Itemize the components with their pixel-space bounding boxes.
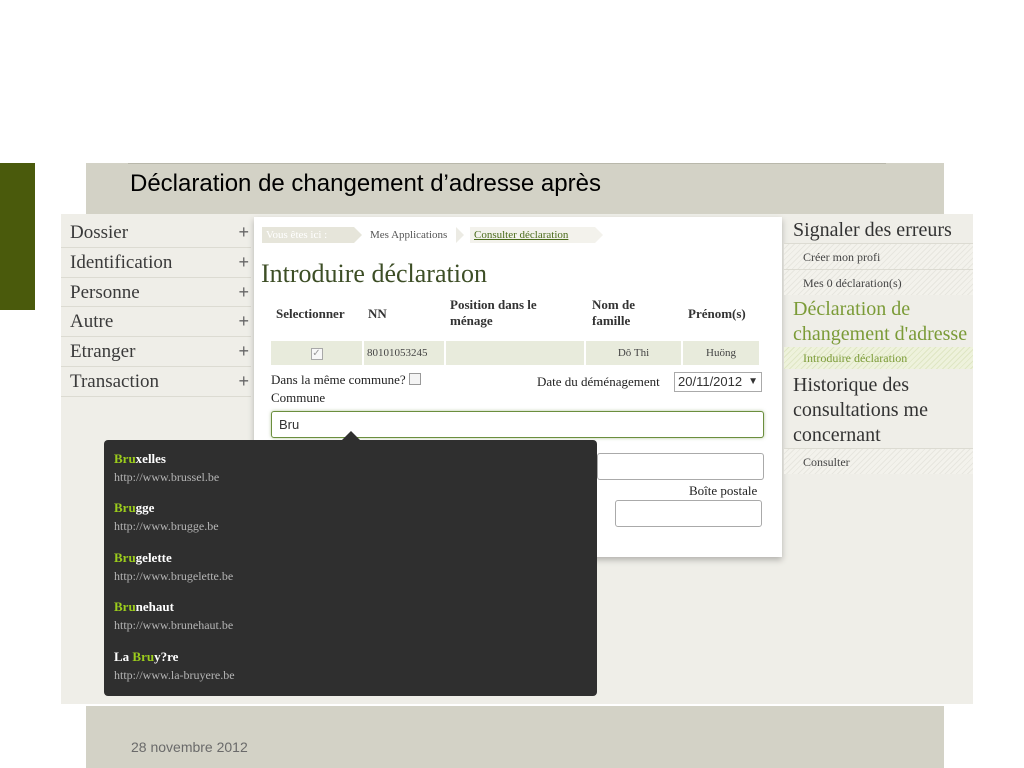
report-errors-link[interactable]: Signaler des erreurs [784, 218, 973, 243]
header-select: Selectionner [276, 306, 345, 321]
accent-bar [0, 163, 35, 310]
consult-link[interactable]: Consulter [784, 448, 973, 474]
suggestion-name: Brugge [114, 500, 155, 515]
nav-item-personne[interactable]: Personne + [61, 278, 251, 308]
header-nom: Nom de famille [592, 297, 635, 328]
suggestion-name: Brunehaut [114, 599, 174, 614]
select-cell: ✓ [271, 341, 362, 365]
suggestion-url: http://www.brugge.be [114, 519, 219, 533]
nav-item-etranger[interactable]: Etranger + [61, 337, 251, 367]
left-nav: Dossier + Identification + Personne + Autre… [61, 218, 251, 397]
breadcrumb-current[interactable]: Consulter déclaration [470, 227, 603, 243]
nom-cell: Dô Thi [586, 341, 681, 365]
suggestion-url: http://www.brussel.be [114, 470, 220, 484]
nav-item-dossier[interactable]: Dossier + [61, 218, 251, 248]
expand-icon[interactable]: + [238, 218, 249, 247]
nav-item-identification[interactable]: Identification + [61, 248, 251, 278]
move-date-select[interactable]: 20/11/2012 ▼ [674, 372, 762, 392]
suggestion-url: http://www.la-bruyere.be [114, 668, 235, 682]
right-nav: Signaler des erreurs Créer mon profi Mes… [784, 218, 973, 474]
expand-icon[interactable]: + [238, 307, 249, 336]
my-declarations-link[interactable]: Mes 0 déclaration(s) [784, 269, 973, 295]
po-box-label: Boîte postale [689, 483, 758, 498]
chevron-down-icon: ▼ [748, 376, 758, 387]
nav-item-autre[interactable]: Autre + [61, 307, 251, 338]
popup-caret [341, 431, 361, 441]
same-commune-checkbox[interactable] [408, 373, 421, 385]
nn-cell: 80101053245 [364, 341, 444, 365]
page-title: Introduire déclaration [261, 259, 487, 288]
position-cell [446, 341, 584, 365]
expand-icon[interactable]: + [238, 367, 249, 396]
header-prenom: Prénom(s) [688, 306, 746, 321]
suggestion-name: Brugelette [114, 550, 172, 565]
nav-item-label: Personne [70, 281, 140, 303]
breadcrumb-applications[interactable]: Mes Applications [362, 227, 464, 243]
suggestion-url: http://www.brugelette.be [114, 569, 234, 583]
autocomplete-popup: Bruxelles http://www.brussel.be Brugge h… [104, 431, 597, 696]
suggestion-name: La Bruy?re [114, 649, 179, 664]
slide-title: Déclaration de changement d’adresse aprè… [130, 170, 601, 197]
suggestion-item[interactable]: Brugelette http://www.brugelette.be [114, 549, 233, 585]
same-commune-label: Dans la même commune? [271, 372, 406, 387]
header-nn: NN [368, 306, 387, 321]
nav-item-label: Transaction [70, 370, 160, 392]
introduce-declaration-link[interactable]: Introduire déclaration [784, 347, 973, 369]
expand-icon[interactable]: + [238, 278, 249, 307]
commune-label: Commune [271, 390, 326, 405]
nav-item-label: Autre [70, 311, 114, 333]
same-commune-row: Dans la même commune? [271, 372, 421, 388]
suggestion-item[interactable]: Brugge http://www.brugge.be [114, 499, 219, 535]
nav-item-label: Etranger [70, 341, 136, 363]
history-link[interactable]: Historique des consultations me concerna… [784, 373, 973, 448]
suggestion-item[interactable]: La Bruy?re http://www.la-bruyere.be [114, 648, 235, 684]
breadcrumb-here: Vous êtes ici : [262, 227, 362, 243]
po-box-input[interactable] [615, 500, 762, 527]
header-position: Position dans le ménage [450, 297, 537, 328]
suggestion-item[interactable]: Brunehaut http://www.brunehaut.be [114, 598, 233, 634]
app-screenshot: Dossier + Identification + Personne + Autre… [61, 214, 973, 704]
footer-date: 28 novembre 2012 [131, 739, 248, 755]
suggestion-item[interactable]: Bruxelles http://www.brussel.be [114, 450, 219, 486]
create-profile-link[interactable]: Créer mon profi [784, 243, 973, 269]
nav-item-transaction[interactable]: Transaction + [61, 367, 251, 397]
row-checkbox[interactable]: ✓ [310, 348, 323, 360]
change-address-link[interactable]: Déclaration de changement d'adresse [784, 297, 973, 347]
footer-band [86, 706, 944, 768]
move-date-value: 20/11/2012 [678, 374, 743, 389]
move-date-label: Date du déménagement [537, 374, 660, 389]
prenom-cell: Huöng [683, 341, 759, 365]
nav-item-label: Identification [70, 251, 173, 273]
expand-icon[interactable]: + [238, 337, 249, 366]
suggestion-name: Bruxelles [114, 451, 166, 466]
nav-item-label: Dossier [70, 222, 129, 243]
street-input[interactable] [597, 453, 764, 480]
suggestion-url: http://www.brunehaut.be [114, 618, 234, 632]
table-row: ✓ 80101053245 Dô Thi Huöng [271, 341, 759, 365]
expand-icon[interactable]: + [238, 248, 249, 277]
